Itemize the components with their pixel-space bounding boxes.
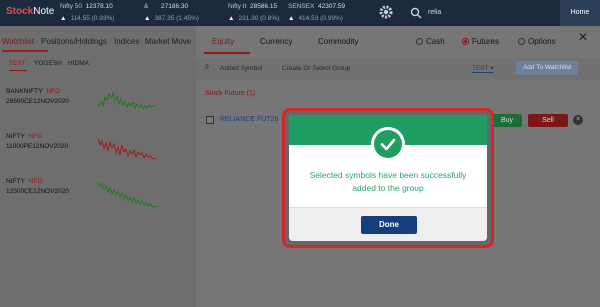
active-tab-underline	[204, 52, 250, 54]
tab-market-move[interactable]: Market Move	[145, 37, 191, 46]
added-count: 0	[205, 64, 209, 71]
contract-name: 12500CE12NOV2020	[6, 188, 69, 195]
sparkline-chart	[98, 91, 157, 110]
top-search-input[interactable]: relia	[428, 9, 441, 16]
watchlist-tab-hidma[interactable]: HIDMA	[68, 60, 89, 67]
done-button[interactable]: Done	[361, 216, 417, 234]
top-bar: StockNote Nifty 50 12378.10 ▲ 114.55 (0.9…	[0, 0, 600, 26]
checkmark-badge	[371, 127, 405, 161]
success-dialog: Selected symbols have been successfully …	[289, 115, 487, 241]
success-message: Selected symbols have been successfully …	[309, 170, 467, 193]
active-tab-underline	[2, 50, 48, 52]
sparkline-chart	[98, 138, 157, 160]
watchlist-tab-underline	[9, 70, 27, 71]
watchlist-panel: Watchlist Positions/Holdings Indices Mar…	[0, 26, 196, 307]
tab-indices[interactable]: Indices	[114, 37, 139, 46]
list-item[interactable]: BANKNIFTY NFO 28500CE12NOV2020	[6, 88, 192, 128]
checkmark-icon	[380, 138, 396, 151]
dialog-footer: Done	[289, 207, 487, 241]
radio-cash[interactable]: Cash	[416, 37, 445, 46]
home-button[interactable]: Home	[560, 0, 600, 26]
ticker-niftyit[interactable]: Nifty It 28586.15 ▲ 231.30 (0.8%)	[228, 3, 279, 22]
list-item[interactable]: NIFTY NFO 11000PE12NOV2020	[6, 133, 192, 173]
gear-icon[interactable]	[378, 4, 394, 20]
symbol-name: RELIANCE FUT26	[220, 116, 279, 123]
radio-circle	[518, 38, 525, 45]
symbol-name: NIFTY	[6, 178, 25, 185]
sell-button[interactable]: Sell	[528, 114, 568, 127]
search-icon[interactable]	[410, 7, 422, 19]
radio-futures[interactable]: Futures	[462, 37, 499, 46]
left-tabs: Watchlist Positions/Holdings Indices Mar…	[0, 32, 196, 52]
tab-equity[interactable]: Equity	[212, 37, 234, 46]
ticker-bank[interactable]: & 27186.30 ▲ 387.35 (1.45%)	[144, 3, 199, 22]
ticker-sensex[interactable]: SENSEX 42307.59 ▲ 414.53 (0.99%)	[288, 3, 345, 22]
contract-name: 11000PE12NOV2020	[6, 143, 69, 150]
tab-commodity[interactable]: Commodity	[318, 37, 358, 46]
section-title: Stock Future (1)	[205, 90, 256, 97]
added-symbol-label: Added Symbol	[220, 65, 263, 72]
radio-circle-selected	[462, 38, 469, 45]
list-item[interactable]: NIFTY NFO 12500CE12NOV2020	[6, 178, 192, 218]
tab-watchlist[interactable]: Watchlist	[2, 37, 34, 46]
group-toolbar: 0 Added Symbol Create Or Select Group TE…	[196, 58, 600, 80]
group-input[interactable]: Create Or Select Group	[282, 65, 350, 72]
exchange-badge: NFO	[28, 133, 43, 140]
exchange-badge: NFO	[46, 88, 61, 95]
add-to-watchlist-button[interactable]: Add To Watchlist	[516, 61, 578, 75]
ticker-nifty50[interactable]: Nifty 50 12378.10 ▲ 114.55 (0.93%)	[60, 3, 114, 22]
success-popup-highlight: Selected symbols have been successfully …	[282, 108, 494, 248]
buy-button[interactable]: Buy	[492, 114, 522, 127]
contract-name: 28500CE12NOV2020	[6, 98, 69, 105]
radio-options[interactable]: Options	[518, 37, 556, 46]
remove-icon[interactable]: ×	[573, 115, 583, 125]
radio-circle	[416, 38, 423, 45]
close-icon[interactable]: ✕	[578, 30, 588, 44]
sparkline-chart	[98, 181, 157, 208]
segment-tabs: Equity Currency Commodity Cash Futures O…	[196, 26, 600, 54]
watchlist-tab-yogesh[interactable]: YOGESH	[34, 60, 62, 67]
group-select[interactable]: TEST ▾	[472, 64, 494, 73]
app-logo[interactable]: StockNote	[6, 6, 54, 17]
tab-positions-holdings[interactable]: Positions/Holdings	[41, 37, 107, 46]
symbol-name: BANKNIFTY	[6, 88, 43, 95]
exchange-badge: NFO	[28, 178, 43, 185]
watchlist-tab-test[interactable]: TEST	[9, 60, 26, 67]
tab-currency[interactable]: Currency	[260, 37, 292, 46]
symbol-checkbox[interactable]	[206, 116, 214, 124]
symbol-name: NIFTY	[6, 133, 25, 140]
